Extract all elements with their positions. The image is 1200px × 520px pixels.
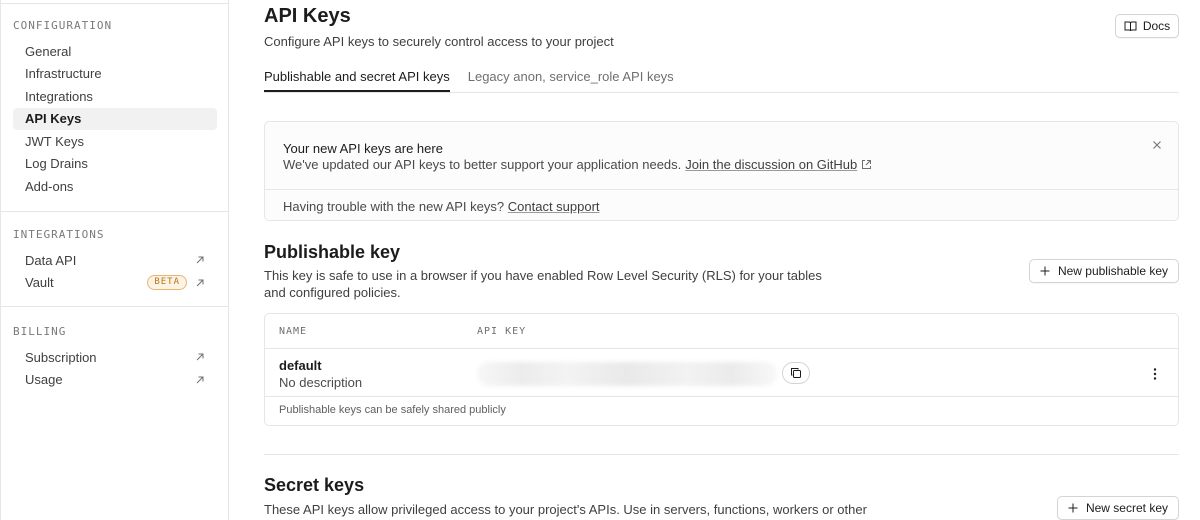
notice-footer: Having trouble with the new API keys? Co… [283,199,600,214]
sidebar-item-add-ons[interactable]: Add-ons [13,175,217,198]
sidebar-item-label: Vault [25,275,54,291]
key-name: default [279,358,322,373]
sidebar-heading: INTEGRATIONS [13,228,105,241]
sidebar-item-label: Subscription [25,349,97,365]
plus-icon [1040,266,1050,276]
sidebar-top-divider [1,3,229,4]
section-divider [264,454,1179,455]
docs-button[interactable]: Docs [1115,14,1179,38]
copy-icon [791,368,801,378]
sidebar-item-label: Data API [25,252,77,268]
sidebar-item-label: API Keys [25,111,82,127]
notice-title: Your new API keys are here [283,141,443,156]
notice-text-line: We've updated our API keys to better sup… [283,157,872,172]
secret-keys-title: Secret keys [264,475,365,495]
close-icon[interactable] [1150,138,1164,152]
sidebar-item-subscription[interactable]: Subscription [13,346,217,369]
external-link-arrow-icon [196,256,204,264]
sidebar-heading: CONFIGURATION [13,19,113,32]
docs-button-label: Docs [1142,19,1171,33]
sidebar-item-label: Integrations [25,88,93,104]
sidebar-item-label: Log Drains [25,156,88,172]
column-header-api-key: API KEY [477,326,527,337]
page-title: API Keys [264,5,351,27]
sidebar-item-data-api[interactable]: Data API [13,249,217,272]
sidebar-divider [1,211,229,212]
sidebar-item-log-drains[interactable]: Log Drains [13,153,217,176]
table-footer-divider [265,396,1178,397]
sidebar-item-label: General [25,43,72,59]
new-api-keys-notice: Your new API keys are here We've updated… [264,121,1179,221]
new-publishable-key-button[interactable]: New publishable key [1028,259,1179,283]
external-link-icon [862,160,872,169]
sidebar-item-infrastructure[interactable]: Infrastructure [13,63,217,86]
new-secret-key-button[interactable]: New secret key [1056,496,1179,520]
tab-bar: Publishable and secret API keys Legacy a… [264,60,1179,93]
external-link-arrow-icon [196,353,204,361]
external-link-arrow-icon [196,279,204,287]
sidebar-section-configuration: CONFIGURATION General Infrastructure Int… [1,19,229,198]
publishable-key-title: Publishable key [264,242,401,262]
sidebar-section-integrations: INTEGRATIONS Data API Vault BETA [1,228,229,294]
sidebar-item-label: JWT Keys [25,133,84,149]
sidebar-item-label: Usage [25,372,63,388]
notice-divider [265,189,1178,190]
secret-keys-description: These API keys allow privileged access t… [264,502,867,517]
sidebar-item-label: Infrastructure [25,66,102,82]
tab-legacy-keys[interactable]: Legacy anon, service_role API keys [468,60,674,93]
notice-text: We've updated our API keys to better sup… [283,157,682,172]
sidebar-item-integrations[interactable]: Integrations [13,85,217,108]
notice-footer-text: Having trouble with the new API keys? [283,199,505,214]
publishable-keys-footer: Publishable keys can be safely shared pu… [279,404,506,416]
github-discussion-link[interactable]: Join the discussion on GitHub [685,157,857,172]
external-link-arrow-icon [196,376,204,384]
contact-support-link[interactable]: Contact support [508,199,600,214]
sidebar-heading: BILLING [13,325,67,338]
sidebar-item-jwt-keys[interactable]: JWT Keys [13,130,217,153]
publishable-key-description: This key is safe to use in a browser if … [264,268,822,300]
sidebar-item-label: Add-ons [25,178,74,194]
key-description: No description [279,375,363,390]
sidebar-item-general[interactable]: General [13,40,217,63]
more-options-icon[interactable] [1148,367,1162,381]
copy-key-button[interactable] [782,362,810,384]
beta-badge: BETA [147,275,187,291]
publishable-keys-table: NAME API KEY default No description Publ… [264,313,1179,426]
sidebar-item-vault[interactable]: Vault BETA [13,272,217,295]
sidebar-item-api-keys[interactable]: API Keys [13,107,217,130]
sidebar-section-billing: BILLING Subscription Usage [1,325,229,391]
sidebar-divider [1,306,229,307]
api-key-value-redacted[interactable] [477,362,777,386]
tab-publishable-secret[interactable]: Publishable and secret API keys [264,60,450,92]
plus-icon [1068,503,1078,513]
new-secret-key-label: New secret key [1085,501,1168,515]
sidebar-item-usage[interactable]: Usage [13,369,217,392]
column-header-name: NAME [279,326,308,337]
page-subtitle: Configure API keys to securely control a… [264,34,614,49]
book-icon [1124,21,1137,32]
settings-sidebar: CONFIGURATION General Infrastructure Int… [0,0,229,520]
new-publishable-key-label: New publishable key [1057,264,1168,278]
table-header-divider [265,348,1178,349]
